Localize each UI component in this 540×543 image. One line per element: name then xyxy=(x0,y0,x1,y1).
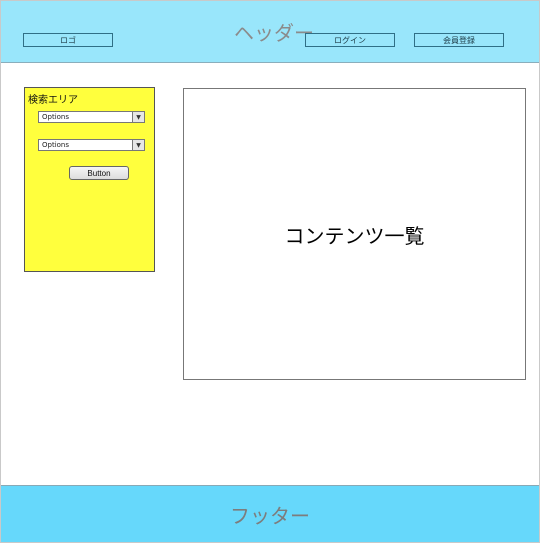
options-select-2-value: Options xyxy=(42,141,70,149)
login-button[interactable]: ログイン xyxy=(305,33,395,47)
chevron-down-icon[interactable]: ▼ xyxy=(132,112,144,122)
content-list-title: コンテンツ一覧 xyxy=(284,224,425,248)
header: ロゴ ヘッダー ログイン 会員登録 xyxy=(1,1,539,63)
search-button[interactable]: Button xyxy=(69,166,129,180)
chevron-down-icon[interactable]: ▼ xyxy=(132,140,144,150)
header-title: ヘッダー xyxy=(234,21,314,45)
footer-title: フッター xyxy=(230,504,310,528)
search-area: 検索エリア Options ▼ Options ▼ Button xyxy=(24,87,155,272)
logo-button[interactable]: ロゴ xyxy=(23,33,113,47)
search-area-title: 検索エリア xyxy=(28,95,78,106)
footer: フッター xyxy=(1,485,539,542)
options-select-1[interactable]: Options ▼ xyxy=(38,111,145,123)
content-list: コンテンツ一覧 xyxy=(183,88,526,380)
options-select-2[interactable]: Options ▼ xyxy=(38,139,145,151)
options-select-1-value: Options xyxy=(42,113,70,121)
register-button[interactable]: 会員登録 xyxy=(414,33,504,47)
